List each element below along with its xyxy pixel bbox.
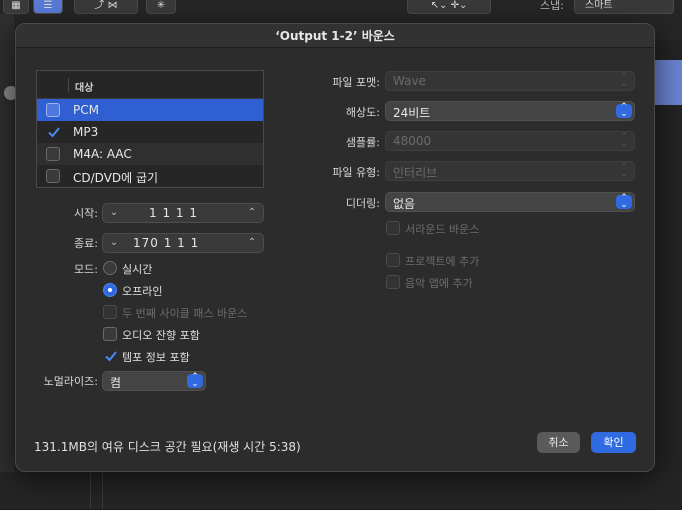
second-cycle-label: 두 번째 사이클 패스 바운스 bbox=[122, 307, 248, 320]
pcm-checkbox[interactable] bbox=[46, 103, 60, 117]
cancel-button[interactable]: 취소 bbox=[537, 432, 580, 453]
sample-rate-label: 샘플률: bbox=[345, 136, 380, 149]
list-view-icon[interactable]: ☰ bbox=[33, 0, 63, 14]
destination-table: 대상 PCM MP3 M4A: AAC CD/DVD에 굽기 bbox=[36, 70, 264, 188]
chevron-updown-icon: ⌃ ⌄ bbox=[620, 132, 628, 149]
chevron-down-icon[interactable]: ⌄ bbox=[105, 234, 123, 252]
add-to-music-checkbox[interactable] bbox=[386, 275, 400, 289]
realtime-radio[interactable] bbox=[103, 261, 117, 275]
resolution-select[interactable]: 24비트 ⌃ ⌄ bbox=[385, 101, 635, 121]
end-label: 종료: bbox=[74, 237, 98, 250]
disk-space-info: 131.1MB의 여유 디스크 공간 필요(재생 시간 5:38) bbox=[34, 440, 301, 454]
mode-label: 모드: bbox=[74, 263, 98, 276]
end-stepper[interactable]: ⌄ 170 1 1 1 ⌃ bbox=[102, 233, 264, 253]
reverb-tail-checkbox[interactable] bbox=[103, 327, 117, 341]
realtime-label[interactable]: 실시간 bbox=[122, 261, 152, 277]
cd-checkbox[interactable] bbox=[46, 169, 60, 183]
start-label: 시작: bbox=[74, 207, 98, 220]
file-type-value: 인터리브 bbox=[393, 166, 438, 180]
file-format-select[interactable]: Wave ⌃ ⌄ bbox=[385, 71, 635, 91]
file-format-label: 파일 포맷: bbox=[332, 76, 380, 89]
ok-button[interactable]: 확인 bbox=[591, 432, 636, 453]
file-format-value: Wave bbox=[393, 74, 426, 88]
track-area bbox=[655, 40, 682, 510]
resolution-value: 24비트 bbox=[393, 106, 431, 120]
pointer-tool-icon[interactable]: ↖⌄ ✛⌄ bbox=[407, 0, 491, 14]
surround-checkbox[interactable] bbox=[386, 221, 400, 235]
surround-label: 서라운드 바운스 bbox=[405, 223, 480, 236]
sample-rate-value: 48000 bbox=[393, 134, 432, 148]
chevron-updown-icon: ⌃ ⌄ bbox=[187, 373, 203, 389]
mp3-checkbox[interactable] bbox=[46, 125, 60, 139]
destination-row-mp3[interactable]: MP3 bbox=[37, 121, 263, 143]
add-to-project-checkbox[interactable] bbox=[386, 253, 400, 267]
end-value[interactable]: 170 1 1 1 bbox=[133, 236, 199, 250]
add-to-project-label: 프로젝트에 추가 bbox=[405, 255, 480, 268]
destination-label: CD/DVD에 굽기 bbox=[73, 171, 159, 185]
tempo-info-label[interactable]: 템포 정보 포함 bbox=[122, 349, 190, 365]
chevron-updown-icon: ⌃ ⌄ bbox=[616, 103, 632, 119]
tempo-info-checkbox[interactable] bbox=[103, 349, 117, 363]
chevron-updown-icon: ⌃ ⌄ bbox=[620, 162, 628, 179]
reverb-tail-label[interactable]: 오디오 잔향 포함 bbox=[122, 327, 200, 343]
add-to-music-label: 음악 앱에 추가 bbox=[405, 277, 473, 290]
normalize-value: 켬 bbox=[110, 376, 122, 390]
chevron-updown-icon: ⌃ ⌄ bbox=[620, 72, 628, 89]
dither-select[interactable]: 없음 ⌃ ⌄ bbox=[385, 192, 635, 212]
sample-rate-select[interactable]: 48000 ⌃ ⌄ bbox=[385, 131, 635, 151]
snap-label: 스냅: bbox=[540, 0, 564, 12]
divider bbox=[90, 472, 91, 509]
destination-header-label: 대상 bbox=[75, 83, 94, 94]
offline-label[interactable]: 오프라인 bbox=[122, 283, 162, 299]
destination-label: M4A: AAC bbox=[73, 147, 132, 161]
bounce-dialog: ‘Output 1-2’ 바운스 대상 PCM MP3 M4A: AAC CD/… bbox=[15, 23, 655, 472]
offline-radio[interactable] bbox=[103, 283, 117, 297]
destination-row-cd[interactable]: CD/DVD에 굽기 bbox=[37, 165, 263, 187]
snap-select[interactable]: 스마트 bbox=[574, 0, 674, 14]
start-stepper[interactable]: ⌄ 1 1 1 1 ⌃ bbox=[102, 203, 264, 223]
file-type-select[interactable]: 인터리브 ⌃ ⌄ bbox=[385, 161, 635, 181]
m4a-checkbox[interactable] bbox=[46, 147, 60, 161]
chevron-down-icon[interactable]: ⌄ bbox=[105, 204, 123, 222]
normalize-select[interactable]: 켬 ⌃ ⌄ bbox=[102, 371, 206, 391]
dither-label: 디더링: bbox=[345, 197, 380, 210]
destination-label: PCM bbox=[73, 103, 99, 117]
start-value[interactable]: 1 1 1 1 bbox=[149, 206, 198, 220]
destination-row-m4a[interactable]: M4A: AAC bbox=[37, 143, 263, 165]
chevron-up-icon[interactable]: ⌃ bbox=[243, 234, 261, 252]
automation-tools-icon[interactable]: ⤴ ⋈ bbox=[74, 0, 138, 14]
file-type-label: 파일 유형: bbox=[332, 166, 380, 179]
dither-value: 없음 bbox=[393, 197, 416, 211]
divider bbox=[102, 472, 103, 509]
chevron-up-icon[interactable]: ⌃ bbox=[243, 204, 261, 222]
resolution-label: 해상도: bbox=[345, 106, 380, 119]
dialog-title: ‘Output 1-2’ 바운스 bbox=[16, 24, 654, 48]
second-cycle-checkbox[interactable] bbox=[103, 305, 117, 319]
normalize-label: 노멀라이즈: bbox=[43, 375, 98, 388]
destination-header: 대상 bbox=[37, 71, 263, 99]
destination-label: MP3 bbox=[73, 125, 99, 139]
chevron-updown-icon: ⌃ ⌄ bbox=[616, 194, 632, 210]
destination-row-pcm[interactable]: PCM bbox=[37, 99, 263, 121]
audio-region[interactable] bbox=[655, 60, 682, 105]
grid-view-icon[interactable]: ▦ bbox=[3, 0, 29, 14]
flex-icon[interactable]: ✳ bbox=[146, 0, 176, 14]
